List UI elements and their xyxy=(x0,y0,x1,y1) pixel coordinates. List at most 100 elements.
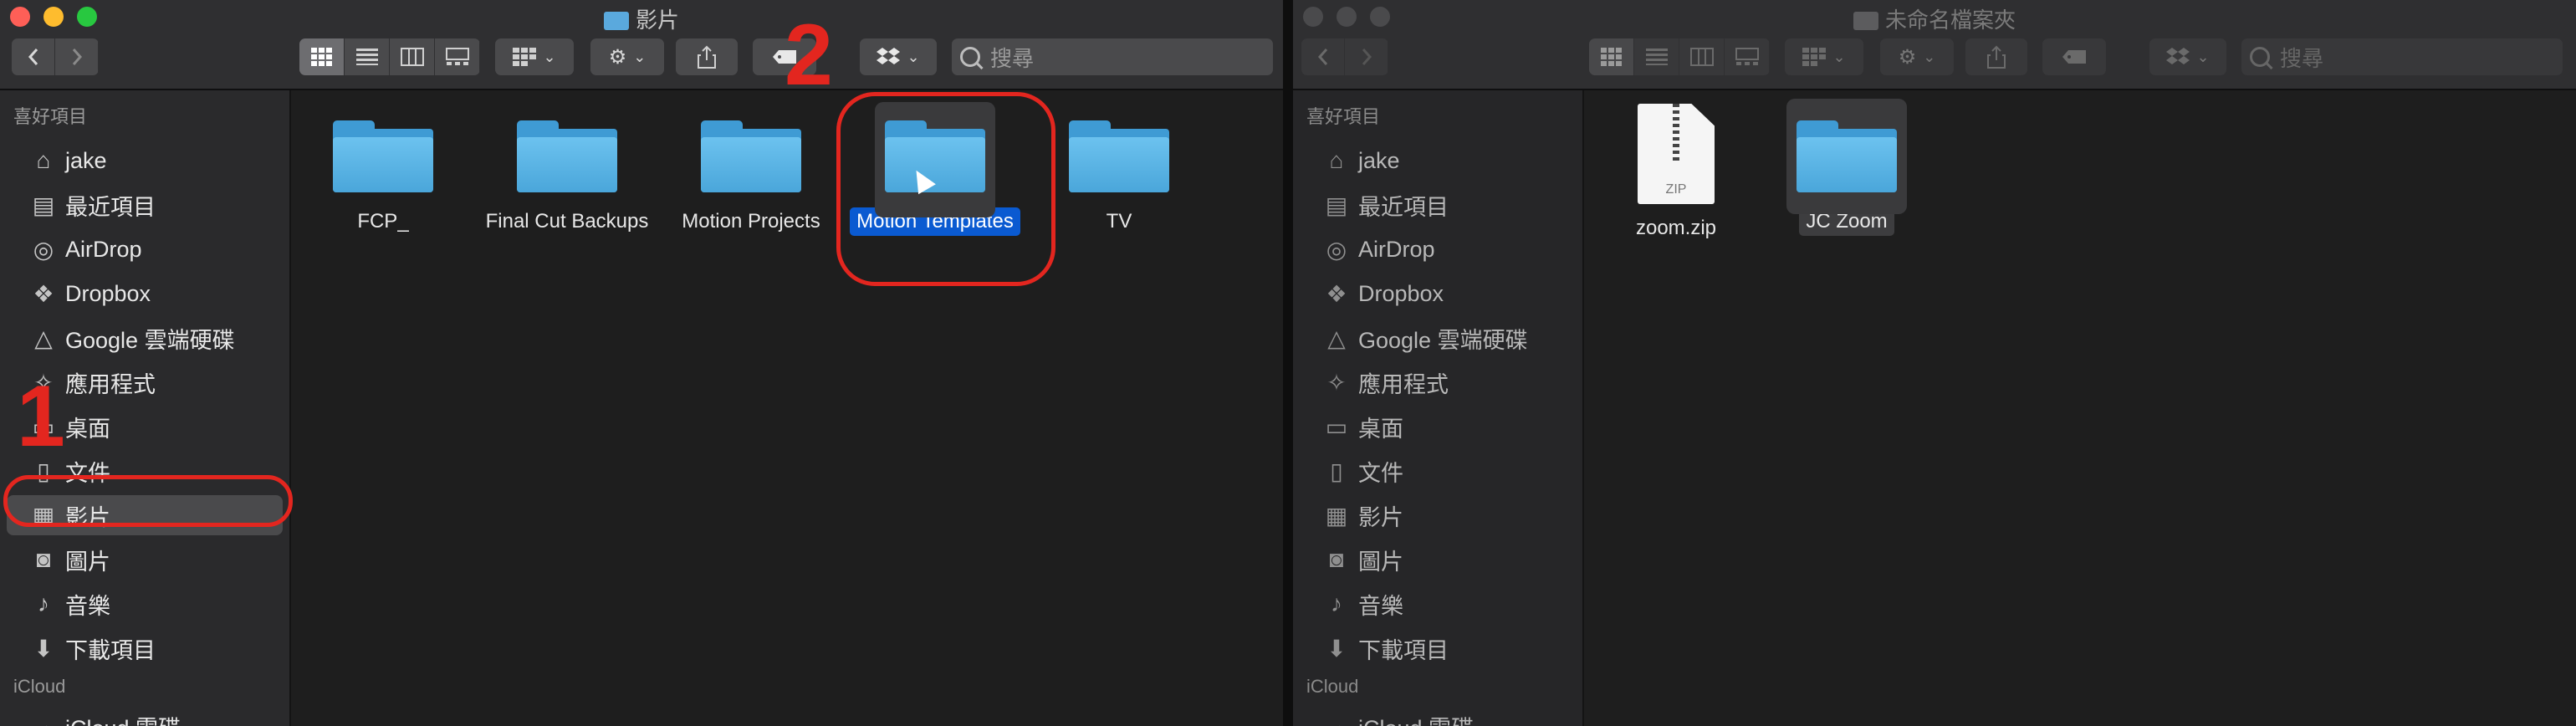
folder-icon xyxy=(701,112,801,192)
google-drive-icon: △ xyxy=(1327,325,1346,351)
downloads-icon: ⬇ xyxy=(1326,635,1347,662)
grid-icon xyxy=(310,48,332,66)
share-icon xyxy=(1987,45,2006,69)
sidebar-item-label: 最近項目 xyxy=(1358,194,1449,220)
sidebar-item-icloud-drive[interactable]: ☁ iCloud 雲碟 xyxy=(1300,706,1576,726)
sidebar-item-label: 圖片 xyxy=(1358,549,1403,575)
sidebar-item[interactable]: ◙ 圖片 xyxy=(7,539,283,580)
home-icon: ⌂ xyxy=(1329,147,1344,173)
folder-icon xyxy=(1797,112,1897,192)
favorites-section-title: 喜好項目 xyxy=(13,106,88,127)
sidebar-item[interactable]: ◙ 圖片 xyxy=(1300,539,1576,580)
sidebar-item[interactable]: ⬇ 下載項目 xyxy=(1300,628,1576,668)
forward-button[interactable] xyxy=(1345,38,1388,75)
sidebar-item[interactable]: ✧ 應用程式 xyxy=(1300,362,1576,402)
chevron-left-icon xyxy=(1317,49,1327,65)
share-icon xyxy=(698,45,716,69)
desktop-gap xyxy=(1283,0,1293,726)
list-view-button[interactable] xyxy=(345,38,390,75)
sidebar-item[interactable]: ♪ 音樂 xyxy=(1300,584,1576,624)
recents-icon: ▤ xyxy=(32,192,55,218)
music-icon: ♪ xyxy=(38,591,49,616)
list-view-button[interactable] xyxy=(1634,38,1679,75)
back-button[interactable] xyxy=(12,38,55,75)
cloud-icon: ☁ xyxy=(1325,713,1348,726)
sidebar-item-icloud-drive[interactable]: ☁ iCloud 雲碟 xyxy=(7,706,283,726)
file-name-label: TV xyxy=(1106,210,1132,233)
action-menu-button[interactable]: ⚙ ⌄ xyxy=(1880,38,1954,75)
chevron-down-icon: ⌄ xyxy=(1832,48,1846,65)
folder-icon xyxy=(517,112,617,192)
zip-file-icon: ZIP xyxy=(1638,104,1715,204)
folder-icon xyxy=(333,112,433,192)
sidebar-item[interactable]: △ Google 雲端硬碟 xyxy=(1300,318,1576,358)
sidebar-item[interactable]: ▤ 最近項目 xyxy=(7,185,283,225)
file-icon-view: FCP_ Final Cut Backups Motion Projects Moti… xyxy=(291,90,1283,726)
annotation-step-2: 2 xyxy=(785,7,833,104)
sidebar-item[interactable]: ◎ AirDrop xyxy=(7,229,283,269)
pictures-icon: ◙ xyxy=(1329,546,1344,572)
sidebar-item-label: 應用程式 xyxy=(65,371,156,397)
sidebar-item[interactable]: ⌂ jake xyxy=(7,141,283,181)
icloud-section-title: iCloud xyxy=(1306,676,1359,697)
gallery-icon xyxy=(1735,48,1759,65)
sidebar-item[interactable]: ⌂ jake xyxy=(1300,141,1576,181)
recents-icon: ▤ xyxy=(1325,192,1348,218)
movies-icon: ▦ xyxy=(1325,502,1348,529)
title-bar: 未命名檔案夾 ⌄ ⚙ ⌄ ⌄ 搜尋 xyxy=(1293,0,2576,90)
sidebar-item[interactable]: ▤ 最近項目 xyxy=(1300,185,1576,225)
home-icon: ⌂ xyxy=(36,147,51,173)
share-button[interactable] xyxy=(676,38,738,75)
sidebar-item[interactable]: △ Google 雲端硬碟 xyxy=(7,318,283,358)
search-field[interactable]: 搜尋 xyxy=(952,38,1273,75)
pictures-icon: ◙ xyxy=(36,546,51,572)
sidebar-item-label: AirDrop xyxy=(65,236,142,262)
sidebar-item[interactable]: ❖ Dropbox xyxy=(7,274,283,314)
folder-item[interactable]: FCP_ xyxy=(291,112,475,236)
search-field[interactable]: 搜尋 xyxy=(2241,38,2563,75)
group-by-button[interactable]: ⌄ xyxy=(495,38,574,75)
file-name-label: Final Cut Backups xyxy=(485,210,649,233)
tags-button[interactable] xyxy=(2042,38,2106,75)
folder-icon xyxy=(1069,112,1169,192)
dropbox-button[interactable]: ⌄ xyxy=(860,38,937,75)
sidebar-item[interactable]: ▯ 文件 xyxy=(1300,451,1576,491)
folder-item[interactable]: JC Zoom xyxy=(1755,99,1939,236)
dropbox-button[interactable]: ⌄ xyxy=(2149,38,2226,75)
folder-item[interactable]: Motion Projects xyxy=(659,112,843,236)
annotation-ring-movies xyxy=(3,475,293,527)
sidebar-item-label: 音樂 xyxy=(65,593,110,619)
gallery-view-button[interactable] xyxy=(1725,38,1770,75)
chevron-right-icon xyxy=(72,49,82,65)
favorites-section-title: 喜好項目 xyxy=(1306,106,1381,127)
column-view-button[interactable] xyxy=(390,38,435,75)
icon-view-button[interactable] xyxy=(1589,38,1634,75)
chevron-down-icon: ⌄ xyxy=(633,48,647,65)
action-menu-button[interactable]: ⚙ ⌄ xyxy=(590,38,664,75)
annotation-step-1: 1 xyxy=(17,368,65,465)
sidebar-item[interactable]: ⬇ 下載項目 xyxy=(7,628,283,668)
sidebar-item[interactable]: ▭ 桌面 xyxy=(1300,406,1576,447)
column-view-button[interactable] xyxy=(1679,38,1725,75)
documents-icon: ▯ xyxy=(1330,458,1343,484)
dropbox-icon: ❖ xyxy=(1326,280,1347,307)
file-name-label: FCP_ xyxy=(357,210,409,233)
share-button[interactable] xyxy=(1965,38,2027,75)
search-icon xyxy=(960,47,980,67)
tag-icon xyxy=(2062,50,2086,64)
airdrop-icon: ◎ xyxy=(33,236,54,263)
dropbox-icon xyxy=(877,48,901,64)
back-button[interactable] xyxy=(1301,38,1345,75)
icon-view-button[interactable] xyxy=(299,38,345,75)
group-by-button[interactable]: ⌄ xyxy=(1785,38,1863,75)
file-item[interactable]: ZIP zoom.zip xyxy=(1584,104,1768,243)
forward-button[interactable] xyxy=(55,38,99,75)
sidebar-item-label: 最近項目 xyxy=(65,194,156,220)
gallery-view-button[interactable] xyxy=(435,38,480,75)
sidebar-item[interactable]: ❖ Dropbox xyxy=(1300,274,1576,314)
sidebar-item[interactable]: ◎ AirDrop xyxy=(1300,229,1576,269)
sidebar-item[interactable]: ▦ 影片 xyxy=(1300,495,1576,535)
gallery-icon xyxy=(445,48,469,65)
folder-item[interactable]: Final Cut Backups xyxy=(475,112,659,236)
sidebar-item[interactable]: ♪ 音樂 xyxy=(7,584,283,624)
